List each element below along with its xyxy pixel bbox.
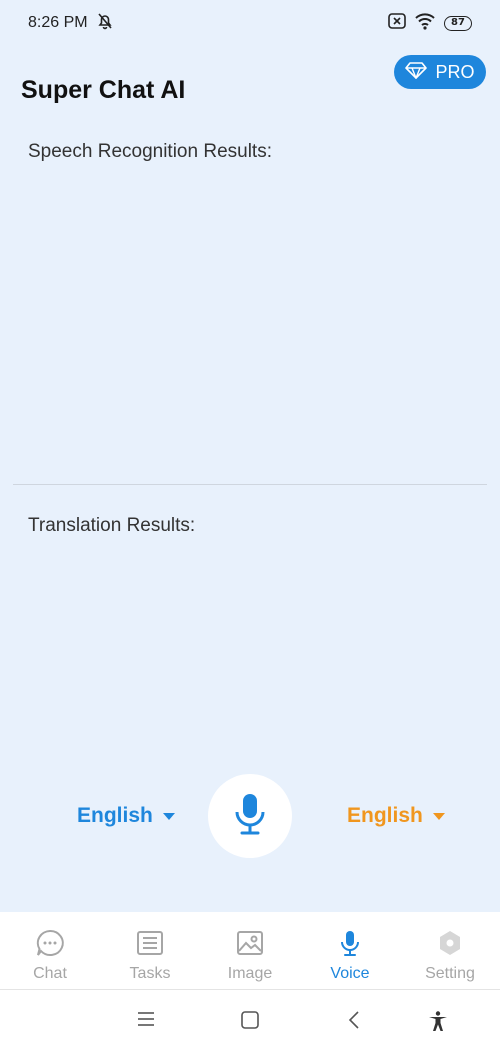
record-voice-button[interactable] <box>208 774 292 858</box>
mute-icon <box>96 12 114 35</box>
battery-icon: 87 <box>444 15 472 31</box>
menu-icon[interactable] <box>136 1010 156 1028</box>
home-icon[interactable] <box>240 1010 260 1030</box>
page-title: Super Chat AI <box>21 76 186 104</box>
nav-item-chat[interactable]: Chat <box>0 912 100 989</box>
status-right: 87 <box>388 12 472 35</box>
speech-results-label: Speech Recognition Results: <box>28 141 272 162</box>
status-time: 8:26 PM <box>28 14 88 31</box>
nav-item-label: Chat <box>33 965 67 982</box>
source-language-dropdown[interactable]: English <box>77 804 175 828</box>
wifi-icon <box>414 12 436 35</box>
microphone-icon <box>233 792 267 841</box>
nav-item-voice[interactable]: Voice <box>300 912 400 989</box>
list-icon <box>136 929 164 957</box>
nav-item-label: Voice <box>330 965 370 982</box>
chat-bubble-icon <box>35 929 65 957</box>
bottom-nav: Chat Tasks Image Voice Setting <box>0 912 500 990</box>
caret-down-icon <box>432 812 445 820</box>
accessibility-icon[interactable] <box>427 1010 449 1032</box>
translation-results-label: Translation Results: <box>28 515 196 536</box>
image-icon <box>236 929 264 957</box>
caret-down-icon <box>162 812 175 820</box>
nav-item-label: Setting <box>425 965 475 982</box>
status-bar: 8:26 PM 87 <box>0 0 500 46</box>
target-language-label: English <box>347 804 423 827</box>
gear-icon <box>436 929 464 957</box>
diamond-icon <box>405 61 428 84</box>
pro-button[interactable]: PRO <box>394 55 486 89</box>
target-language-dropdown[interactable]: English <box>347 804 445 828</box>
back-icon[interactable] <box>346 1010 362 1030</box>
nav-item-tasks[interactable]: Tasks <box>100 912 200 989</box>
source-language-label: English <box>77 804 153 827</box>
nav-item-label: Image <box>227 965 273 982</box>
nav-item-image[interactable]: Image <box>200 912 300 989</box>
microphone-icon <box>340 929 360 957</box>
nav-item-label: Tasks <box>129 965 171 982</box>
nav-item-setting[interactable]: Setting <box>400 912 500 989</box>
section-divider <box>13 484 487 485</box>
system-nav-bar <box>0 990 500 1056</box>
status-left: 8:26 PM <box>28 12 114 35</box>
sim-icon <box>388 12 406 34</box>
pro-label: PRO <box>435 61 475 82</box>
